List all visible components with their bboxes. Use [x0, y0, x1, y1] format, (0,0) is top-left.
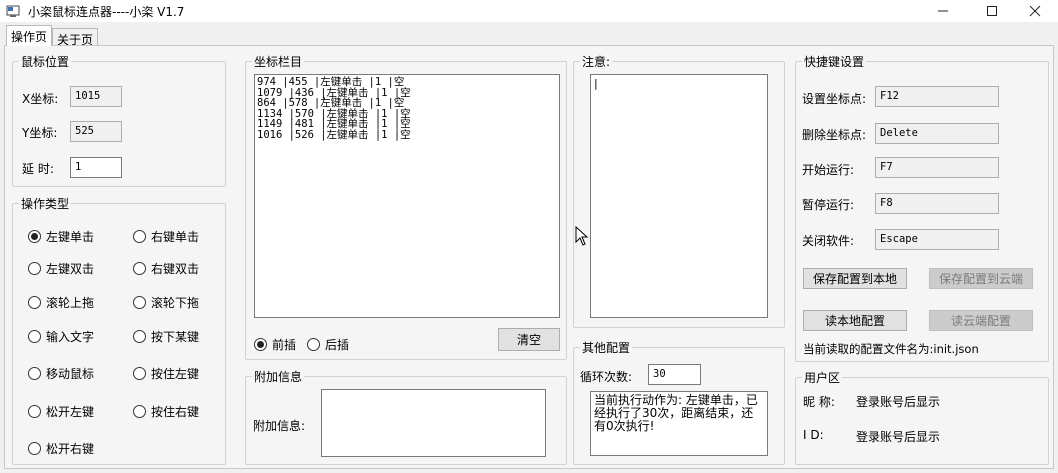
- radio-right-click[interactable]: 右键单击: [133, 228, 199, 245]
- status-text-field[interactable]: 当前执行动作为: 左键单击，已经执行了30次，距离结束，还有0次执行!: [590, 391, 768, 456]
- start-label: 开始运行:: [802, 163, 855, 177]
- x-label: X坐标:: [22, 92, 59, 106]
- group-title: 快捷键设置: [802, 53, 867, 70]
- radio-hold-left[interactable]: 按住左键: [133, 365, 199, 382]
- loop-count-label: 循环次数:: [580, 370, 633, 384]
- config-file-label: 当前读取的配置文件名为:init.json: [803, 342, 979, 356]
- maximize-icon: [987, 6, 997, 16]
- radio-press-key[interactable]: 按下某键: [133, 328, 199, 345]
- delete-point-hotkey-field[interactable]: Delete: [875, 123, 999, 144]
- radio-dot: [133, 296, 146, 309]
- list-item[interactable]: 1149 |481 |左键单击 |1 |空: [257, 119, 557, 130]
- radio-insert-before[interactable]: 前插: [254, 336, 296, 353]
- clear-button[interactable]: 清空: [498, 328, 560, 351]
- group-title: 附加信息: [252, 368, 305, 385]
- radio-release-right[interactable]: 松开右键: [28, 440, 94, 457]
- list-item[interactable]: 1016 |526 |左键单击 |1 |空: [257, 129, 557, 141]
- app-icon: [6, 5, 20, 17]
- radio-dot: [133, 230, 146, 243]
- radio-dot: [28, 405, 41, 418]
- radio-input-text[interactable]: 输入文字: [28, 328, 94, 345]
- minimize-button[interactable]: [920, 0, 966, 22]
- radio-dot: [133, 367, 146, 380]
- close-app-label: 关闭软件:: [802, 234, 855, 248]
- radio-dot: [28, 330, 41, 343]
- set-point-hotkey-field[interactable]: F12: [875, 86, 999, 107]
- radio-right-double-click[interactable]: 右键双击: [133, 260, 199, 277]
- radio-dot: [28, 296, 41, 309]
- radio-left-double-click[interactable]: 左键双击: [28, 260, 94, 277]
- radio-dot: [28, 442, 41, 455]
- load-cloud-button[interactable]: 读云端配置: [929, 310, 1033, 331]
- group-title: 操作类型: [19, 195, 72, 212]
- radio-left-click[interactable]: 左键单击: [28, 228, 94, 245]
- close-app-hotkey-field[interactable]: Escape: [875, 229, 999, 250]
- radio-dot: [28, 367, 41, 380]
- radio-release-left[interactable]: 松开左键: [28, 403, 94, 420]
- window-title: 小栥鼠标连点器----小栥 V1.7: [28, 5, 185, 19]
- radio-dot: [307, 338, 320, 351]
- save-local-button[interactable]: 保存配置到本地: [803, 268, 907, 289]
- loop-count-field[interactable]: 30: [648, 364, 701, 385]
- app-window: 小栥鼠标连点器----小栥 V1.7 操作页 关于页 鼠标位置 X坐标: 101…: [0, 0, 1058, 473]
- user-group: 用户区: [795, 369, 1049, 465]
- y-coordinate-field[interactable]: 525: [70, 121, 122, 142]
- pause-label: 暂停运行:: [802, 198, 855, 212]
- radio-insert-after[interactable]: 后插: [307, 336, 349, 353]
- nickname-label: 昵 称:: [803, 395, 835, 409]
- group-title: 其他配置: [580, 339, 633, 356]
- y-label: Y坐标:: [22, 126, 58, 140]
- title-bar[interactable]: 小栥鼠标连点器----小栥 V1.7: [0, 0, 1058, 22]
- coordinates-list[interactable]: 974 |455 |左键单击 |1 |空 1079 |436 |左键单击 |1 …: [254, 74, 560, 318]
- pause-hotkey-field[interactable]: F8: [875, 193, 999, 214]
- extra-info-label: 附加信息:: [253, 419, 306, 433]
- delete-point-label: 删除坐标点:: [802, 128, 867, 142]
- minimize-icon: [938, 10, 948, 12]
- close-button[interactable]: [1012, 0, 1058, 22]
- x-coordinate-field[interactable]: 1015: [70, 86, 122, 107]
- radio-hold-right[interactable]: 按住右键: [133, 403, 199, 420]
- start-hotkey-field[interactable]: F7: [875, 157, 999, 178]
- user-id-label: I D:: [803, 428, 824, 442]
- radio-dot: [28, 262, 41, 275]
- radio-dot: [254, 338, 267, 351]
- close-icon: [1029, 5, 1041, 17]
- load-local-button[interactable]: 读本地配置: [803, 310, 907, 331]
- user-id-value: 登录账号后显示: [856, 430, 941, 444]
- radio-dot: [133, 405, 146, 418]
- nickname-value: 登录账号后显示: [856, 395, 941, 409]
- delay-field[interactable]: 1: [70, 157, 122, 178]
- radio-wheel-down[interactable]: 滚轮下拖: [133, 294, 199, 311]
- radio-dot: [133, 262, 146, 275]
- maximize-button[interactable]: [969, 0, 1015, 22]
- radio-wheel-up[interactable]: 滚轮上拖: [28, 294, 94, 311]
- set-point-label: 设置坐标点:: [802, 92, 867, 106]
- notice-field[interactable]: |: [590, 74, 768, 318]
- radio-dot: [28, 230, 41, 243]
- radio-move-mouse[interactable]: 移动鼠标: [28, 365, 94, 382]
- mouse-pointer-icon: [575, 226, 589, 246]
- tab-operate[interactable]: 操作页: [6, 25, 52, 46]
- group-title: 注意:: [580, 53, 613, 70]
- group-title: 坐标栏目: [252, 53, 305, 70]
- list-item[interactable]: 974 |455 |左键单击 |1 |空: [257, 77, 557, 88]
- save-cloud-button[interactable]: 保存配置到云端: [929, 268, 1033, 289]
- group-title: 鼠标位置: [19, 53, 72, 70]
- list-item[interactable]: 864 |578 |左键单击 |1 |空: [257, 98, 557, 109]
- extra-info-field[interactable]: [321, 389, 546, 457]
- group-title: 用户区: [802, 369, 843, 386]
- delay-label: 延 时:: [22, 162, 54, 176]
- radio-dot: [133, 330, 146, 343]
